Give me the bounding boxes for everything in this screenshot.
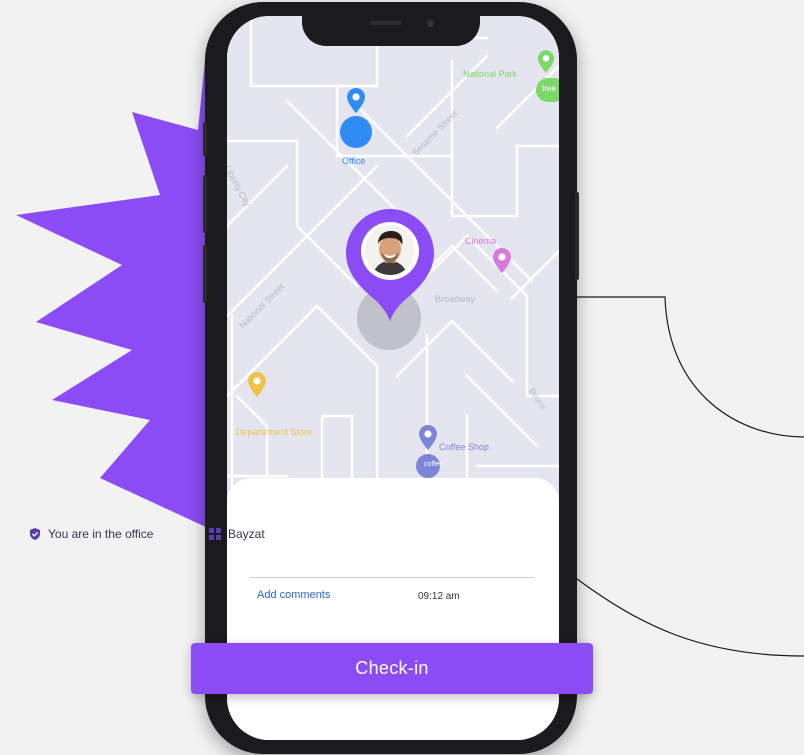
phone-screen: Office National Park tree Cinema Sesame … [227, 16, 559, 740]
company-name: Bayzat [228, 527, 265, 541]
national-park-pin-icon[interactable] [537, 50, 555, 74]
coffee-badge-label: coffee [424, 461, 443, 468]
office-status: You are in the office [29, 527, 153, 541]
national-park-label: National Park [463, 69, 518, 79]
coffee-shop-label: Coffee Shop [439, 442, 489, 452]
office-status-text: You are in the office [48, 527, 154, 541]
office-label: Office [342, 156, 366, 166]
broadway-label: Broadway [435, 294, 476, 304]
phone-power-button [575, 192, 579, 280]
department-store-label: Departement Store [236, 427, 313, 437]
add-comments-link[interactable]: Add comments [257, 589, 330, 601]
checkin-time: 09:12 am [418, 591, 460, 602]
cinema-label: Cinema [465, 236, 497, 246]
checkin-button[interactable]: Check-in [191, 643, 593, 694]
checkin-info-panel [227, 478, 559, 740]
phone-notch [302, 2, 480, 46]
verified-badge-icon [30, 528, 40, 540]
panel-divider [250, 577, 534, 578]
phone-camera [427, 20, 434, 27]
phone-volume-down-button [203, 245, 207, 303]
office-location-pin-icon[interactable] [346, 88, 366, 114]
cinema-pin-icon[interactable] [492, 248, 512, 274]
office-dot[interactable] [340, 116, 372, 148]
department-store-pin-icon[interactable] [247, 372, 267, 398]
phone-volume-up-button [203, 175, 207, 233]
scene: Office National Park tree Cinema Sesame … [0, 0, 804, 755]
coffee-shop-pin-icon[interactable] [418, 425, 438, 451]
bayzat-logo-icon [209, 528, 221, 540]
company-info: Bayzat [208, 527, 265, 541]
user-avatar [365, 225, 415, 275]
phone-side-button [203, 122, 207, 156]
map-view[interactable]: Office National Park tree Cinema Sesame … [227, 16, 559, 516]
tree-badge-label: tree [542, 84, 556, 93]
phone-speaker [370, 21, 402, 25]
